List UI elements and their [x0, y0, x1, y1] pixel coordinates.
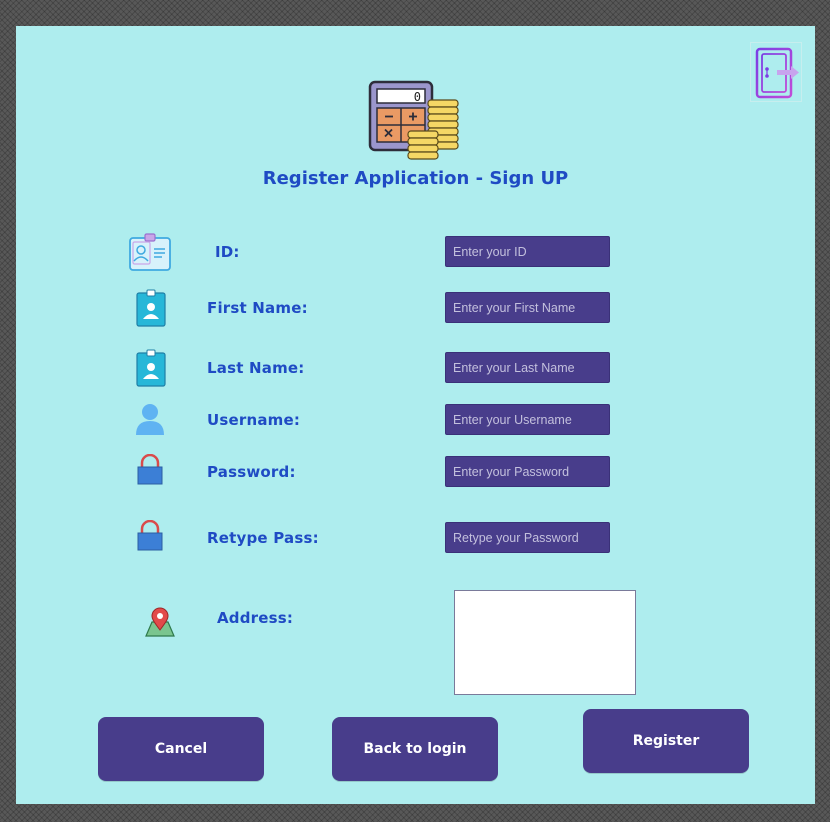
password-field[interactable] — [445, 456, 610, 487]
calculator-display: 0 — [414, 90, 421, 104]
id-field[interactable] — [445, 236, 610, 267]
first-name-field[interactable] — [445, 292, 610, 323]
back-to-login-button[interactable]: Back to login — [332, 717, 498, 781]
last-name-field[interactable] — [445, 352, 610, 383]
retype-password-label: Retype Pass: — [207, 529, 319, 547]
cancel-button[interactable]: Cancel — [98, 717, 264, 781]
register-window: 0 Register Application - Sign UP ID: Ent… — [16, 26, 815, 804]
exit-door-icon — [755, 47, 799, 99]
exit-button[interactable] — [750, 42, 802, 102]
id-badge-icon — [136, 289, 166, 327]
register-button[interactable]: Register — [583, 709, 749, 773]
id-label: ID: — [215, 243, 240, 261]
map-pin-icon — [145, 607, 175, 637]
page-title: Register Application - Sign UP — [262, 168, 569, 189]
password-label: Password: — [207, 463, 296, 481]
first-name-label: First Name: — [207, 299, 308, 317]
retype-password-field[interactable] — [445, 522, 610, 553]
username-field[interactable] — [445, 404, 610, 435]
padlock-icon — [137, 454, 163, 485]
calculator-coins-icon: 0 — [368, 80, 459, 160]
padlock-icon — [137, 520, 163, 551]
address-label: Address: — [217, 609, 294, 627]
user-icon — [136, 404, 164, 435]
id-card-icon — [129, 233, 171, 271]
id-badge-icon — [136, 349, 166, 387]
username-label: Username: — [207, 411, 301, 429]
address-field[interactable] — [454, 590, 636, 695]
last-name-label: Last Name: — [207, 359, 305, 377]
